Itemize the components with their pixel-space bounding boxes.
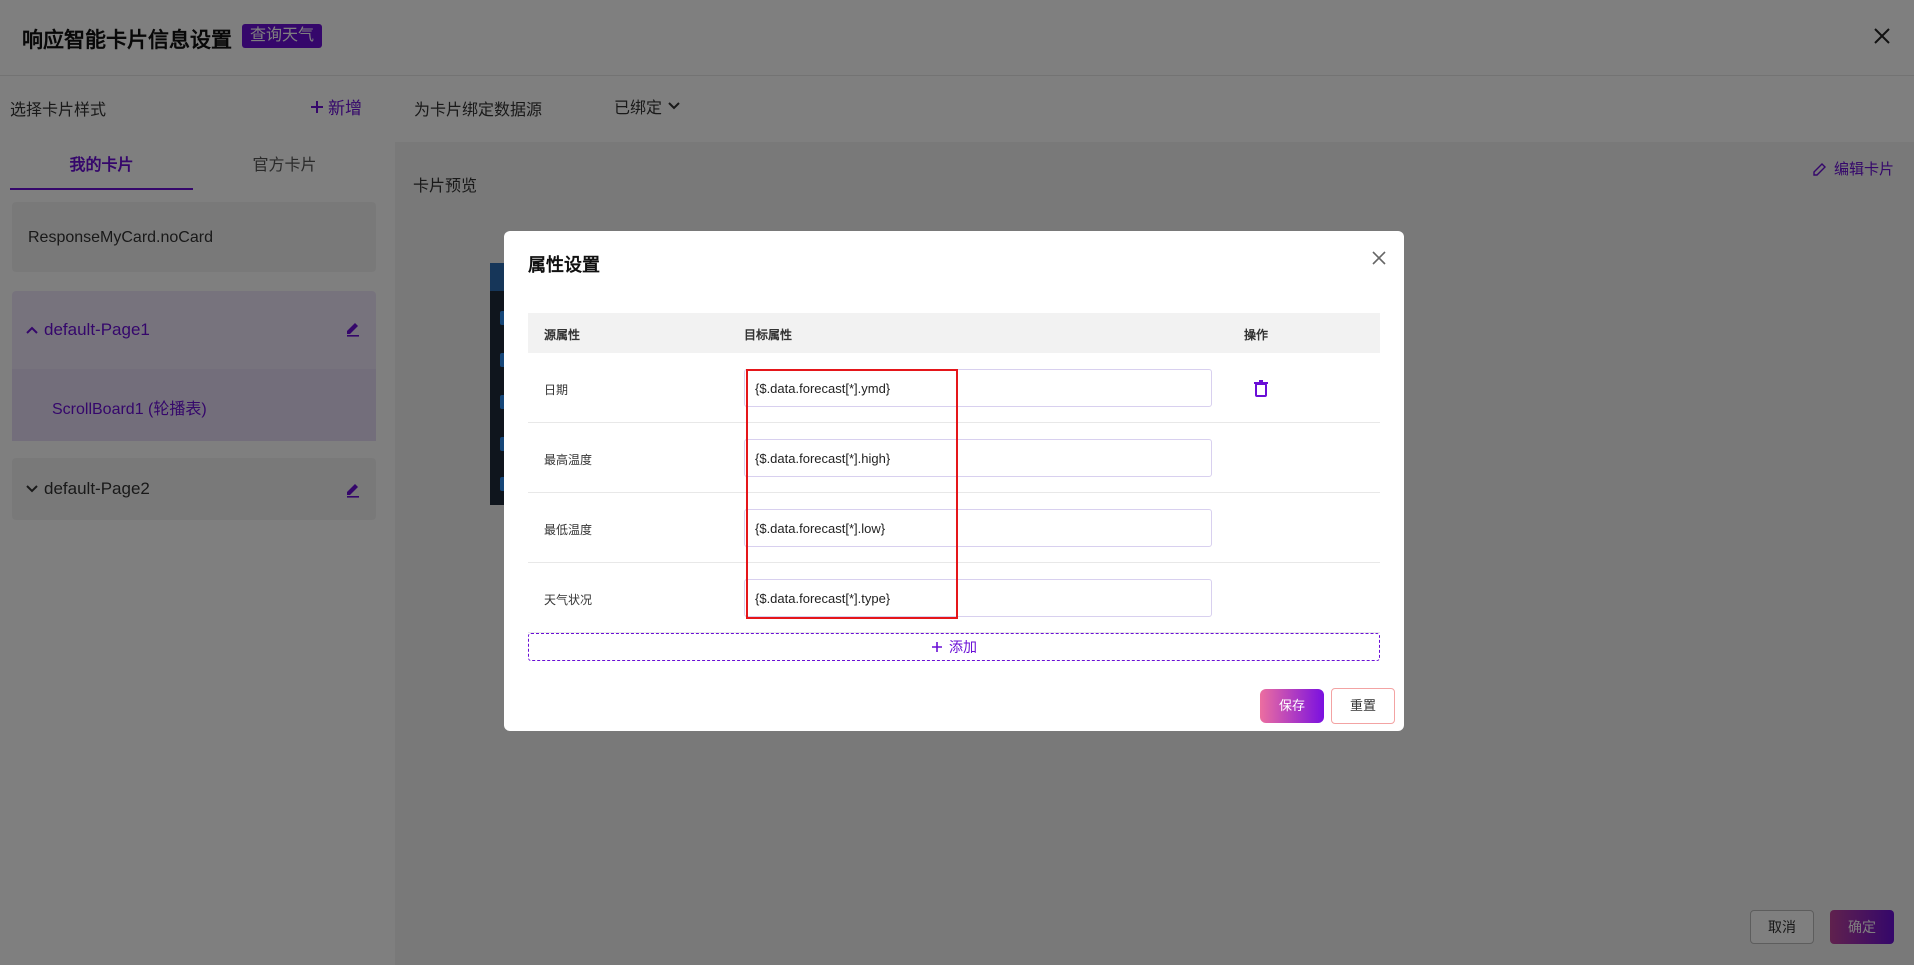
source-attr: 最低温度 [544, 523, 593, 537]
target-attr-input[interactable] [744, 439, 1212, 477]
source-attr: 天气状况 [544, 593, 593, 607]
col-action: 操作 [1244, 328, 1269, 342]
source-attr: 日期 [544, 383, 569, 397]
close-icon[interactable] [1368, 247, 1390, 269]
property-settings-modal: 属性设置 源属性 目标属性 操作 日期 最高温度 最低温度 天气状况 添加 保存 [504, 231, 1404, 731]
table-row: 日期 [528, 353, 1380, 423]
target-attr-input[interactable] [744, 369, 1212, 407]
table-row: 最高温度 [528, 423, 1380, 493]
modal-title: 属性设置 [528, 255, 600, 275]
add-row-label: 添加 [949, 639, 977, 655]
col-target: 目标属性 [744, 328, 793, 342]
target-attr-input[interactable] [744, 579, 1212, 617]
save-button[interactable]: 保存 [1260, 689, 1324, 723]
source-attr: 最高温度 [544, 453, 593, 467]
property-table: 源属性 目标属性 操作 日期 最高温度 最低温度 天气状况 [528, 313, 1380, 633]
col-source: 源属性 [544, 328, 581, 342]
table-header: 源属性 目标属性 操作 [528, 313, 1380, 353]
table-row: 最低温度 [528, 493, 1380, 563]
table-row: 天气状况 [528, 563, 1380, 633]
target-attr-input[interactable] [744, 509, 1212, 547]
trash-icon[interactable] [1252, 379, 1270, 397]
reset-button[interactable]: 重置 [1331, 688, 1395, 724]
add-row-button[interactable]: 添加 [528, 633, 1380, 661]
plus-icon [932, 642, 942, 652]
